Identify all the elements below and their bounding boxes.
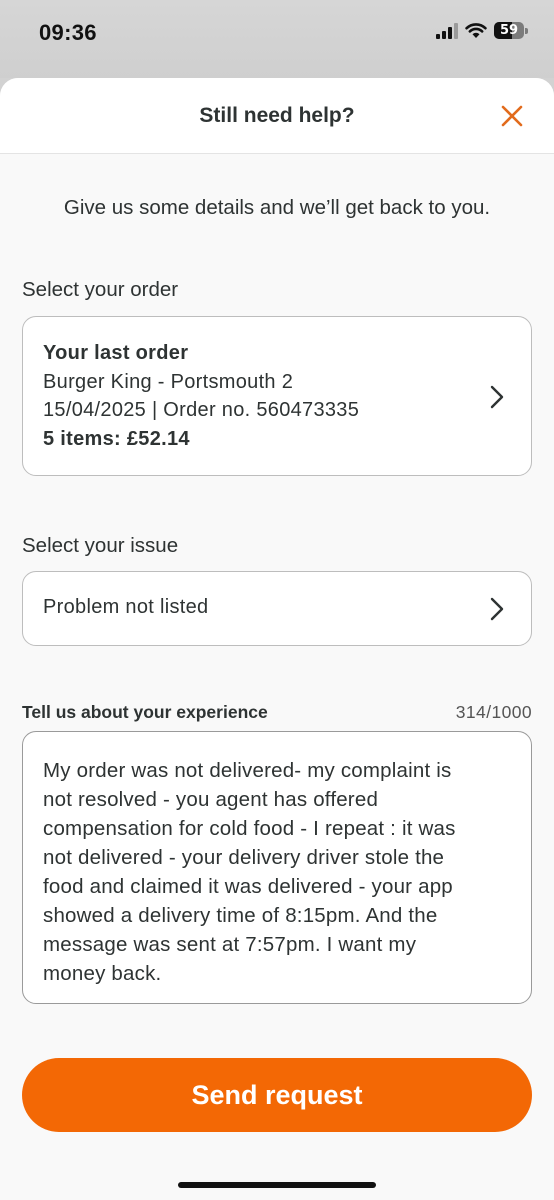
- issue-select[interactable]: Problem not listed: [22, 571, 532, 646]
- chevron-right-icon: [490, 385, 504, 409]
- intro-text: Give us some details and we’ll get back …: [63, 196, 491, 219]
- cellular-signal-icon: [436, 22, 458, 39]
- character-counter: 314/1000: [455, 702, 532, 722]
- close-button[interactable]: [498, 102, 526, 130]
- order-card[interactable]: Your last order Burger King - Portsmouth…: [22, 316, 532, 476]
- order-card-title: Your last order: [43, 342, 189, 364]
- sheet-header: Still need help?: [0, 78, 554, 154]
- help-sheet: Still need help? Give us some details an…: [0, 78, 554, 1200]
- battery-icon: 59: [494, 22, 528, 39]
- close-icon: [501, 105, 523, 127]
- experience-textarea[interactable]: My order was not delivered- my complaint…: [22, 731, 532, 1004]
- status-icons: 59: [436, 22, 528, 39]
- order-summary: 5 items: £52.14: [43, 428, 190, 450]
- order-restaurant: Burger King - Portsmouth 2: [43, 371, 294, 393]
- home-indicator: [178, 1182, 376, 1188]
- issue-value: Problem not listed: [43, 596, 209, 618]
- wifi-icon: [465, 22, 487, 38]
- send-request-button[interactable]: Send request: [22, 1058, 532, 1132]
- order-date-number: 15/04/2025 | Order no. 560473335: [43, 399, 360, 421]
- select-issue-label: Select your issue: [22, 534, 179, 557]
- battery-level: 59: [499, 23, 519, 38]
- experience-label: Tell us about your experience: [22, 702, 268, 722]
- status-bar: 09:36 59: [0, 0, 554, 78]
- chevron-right-icon: [490, 597, 504, 621]
- select-order-label: Select your order: [22, 278, 179, 301]
- experience-text: My order was not delivered- my complaint…: [43, 759, 456, 985]
- sheet-title: Still need help?: [199, 104, 355, 127]
- status-time: 09:36: [39, 20, 97, 45]
